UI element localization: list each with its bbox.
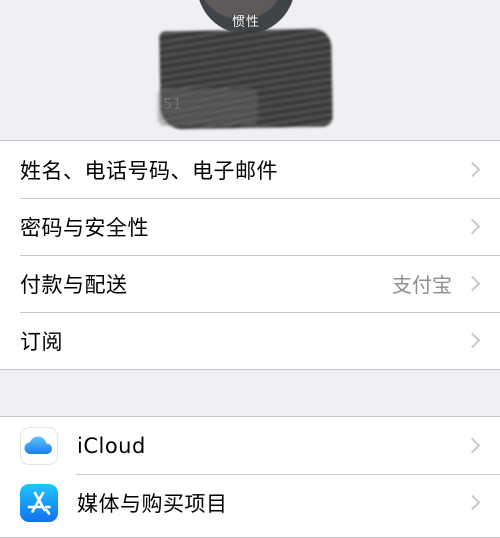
chevron-right-icon [464,494,481,510]
row-label: 付款与配送 [20,272,128,297]
row-label: 姓名、电话号码、电子邮件 [20,158,278,183]
account-settings-group: 姓名、电话号码、电子邮件 密码与安全性 付款与配送 支付宝 订阅 [0,140,500,370]
chevron-right-icon [464,275,481,291]
avatar-caption[interactable]: 惯性 [197,11,295,30]
row-password-security[interactable]: 密码与安全性 [0,198,500,255]
row-label: iCloud [77,433,146,458]
name-partial: 51 [163,95,183,113]
row-label: 密码与安全性 [20,215,149,240]
chevron-right-icon [464,218,481,234]
row-label: 订阅 [20,329,63,354]
row-media-purchases[interactable]: 媒体与购买项目 [0,474,500,531]
chevron-right-icon [464,437,481,453]
row-icloud[interactable]: iCloud [0,417,500,474]
row-subscriptions[interactable]: 订阅 [0,312,500,369]
chevron-right-icon [464,161,481,177]
row-name-phone-email[interactable]: 姓名、电话号码、电子邮件 [0,141,500,198]
payment-method-value: 支付宝 [392,273,452,297]
services-group: iCloud 媒体与购买项目 [0,416,500,538]
profile-header: 惯性 51 [0,0,500,140]
icloud-icon [20,426,58,465]
app-store-icon [20,483,58,522]
row-payment-shipping[interactable]: 付款与配送 支付宝 [0,255,500,312]
row-label: 媒体与购买项目 [77,491,228,516]
chevron-right-icon [464,332,481,348]
